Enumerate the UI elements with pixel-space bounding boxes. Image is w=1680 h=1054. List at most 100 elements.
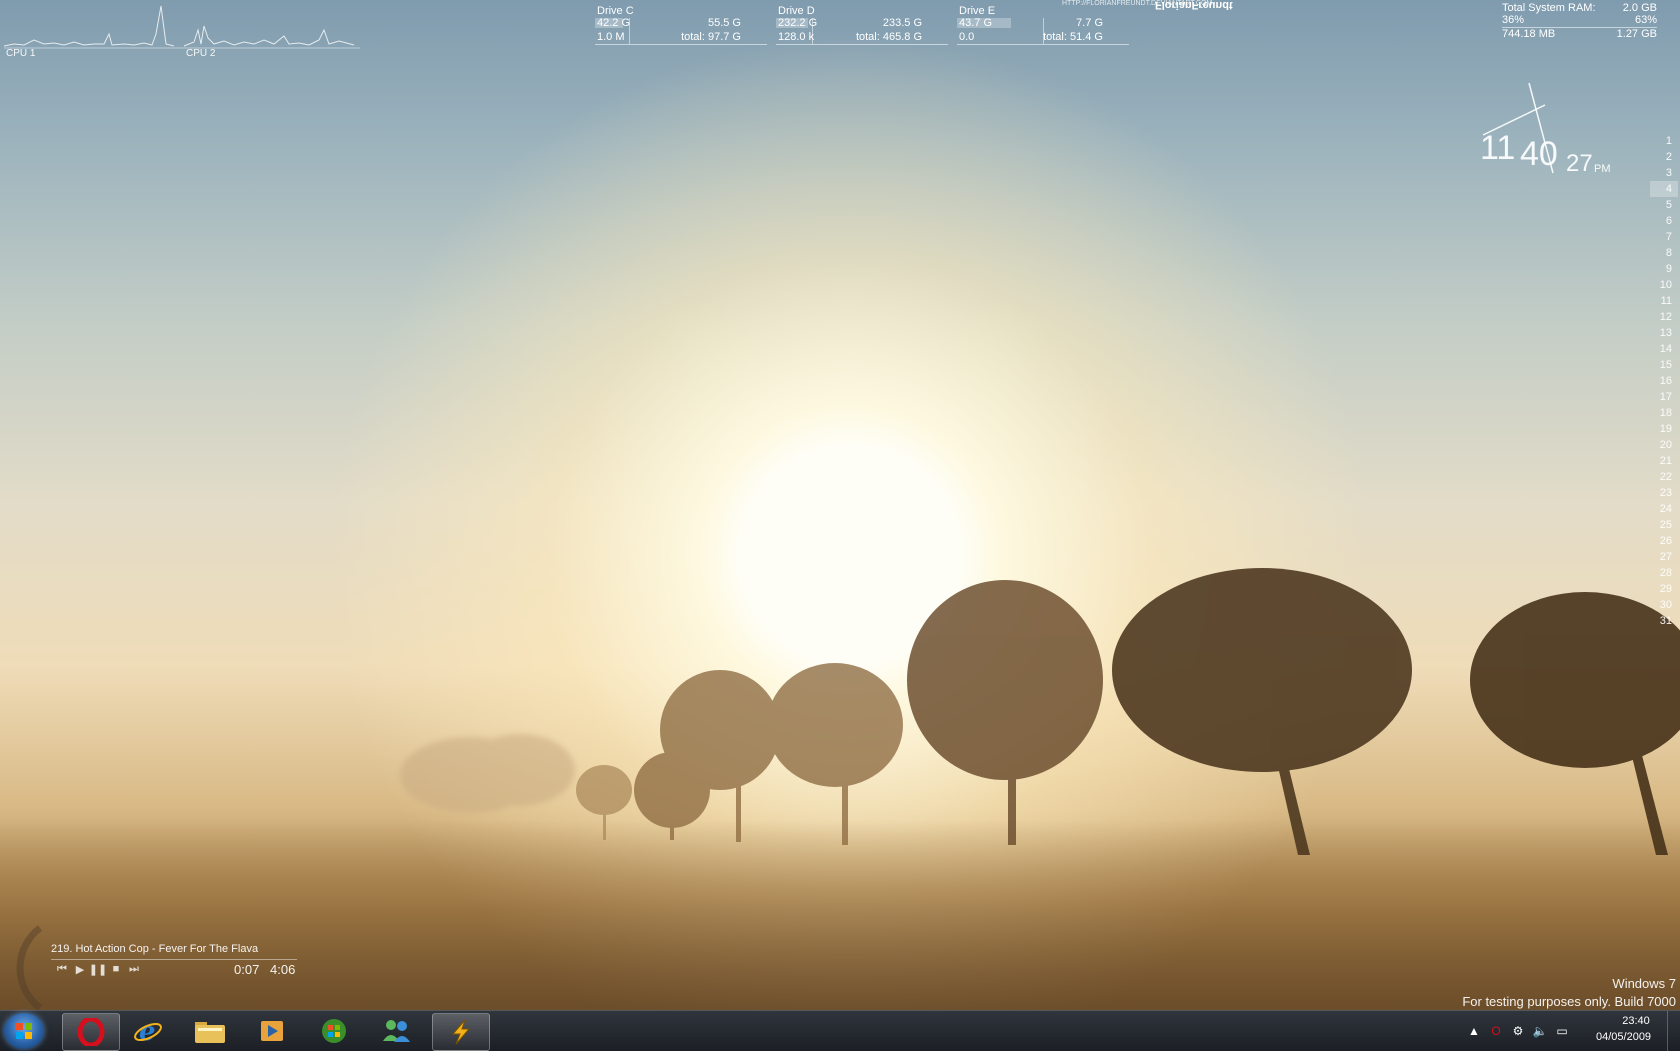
calendar-day: 1 [1665, 135, 1672, 147]
ram-free-percent: 63% [1634, 14, 1657, 26]
tray-network-icon[interactable]: ▭ [1554, 1023, 1570, 1039]
tray-expand-icon[interactable]: ▲ [1466, 1023, 1482, 1039]
drive-d-total: total: 465.8 G [855, 31, 922, 43]
drive-d-name: Drive D [778, 5, 815, 17]
drive-d-meter: Drive D 232.2 G 233.5 G 128.0 k total: 4… [776, 5, 948, 45]
desktop-wallpaper [0, 0, 1680, 1010]
clock-minutes: 40 [1520, 135, 1558, 173]
calendar-day: 22 [1659, 471, 1672, 483]
taskbar-time[interactable]: 23:40 [1610, 1015, 1662, 1027]
calendar-day: 28 [1659, 567, 1672, 579]
calendar-day: 20 [1659, 439, 1672, 451]
windows-update-icon [322, 1019, 346, 1043]
calendar-day: 6 [1665, 215, 1672, 227]
system-tray: ▲ O ⚙ 🔈 ▭ [1466, 1011, 1570, 1051]
calendar-day: 16 [1659, 375, 1672, 387]
wallpaper-trees [400, 568, 1680, 855]
drive-d-free: 233.5 G [882, 17, 922, 29]
calendar-day: 17 [1659, 391, 1672, 403]
drive-d-line [776, 44, 948, 45]
taskbar-windows-update[interactable] [306, 1013, 362, 1049]
taskbar-winamp[interactable] [432, 1013, 490, 1051]
drive-c-total: total: 97.7 G [681, 31, 741, 43]
drive-c-used: 42.2 G [597, 17, 631, 29]
ram-used: 744.18 MB [1502, 28, 1556, 40]
clock-ampm: PM [1594, 163, 1611, 175]
clock-seconds: 27 [1566, 150, 1593, 177]
drive-c-line [595, 44, 767, 45]
calendar-day: 18 [1659, 407, 1672, 419]
taskbar-media-player[interactable] [244, 1013, 300, 1049]
calendar-day: 3 [1665, 167, 1672, 179]
calendar-day: 24 [1659, 503, 1672, 515]
calendar-day: 23 [1659, 487, 1672, 499]
ram-total: 2.0 GB [1622, 2, 1657, 14]
messenger-icon [383, 1020, 410, 1042]
svg-text:e: e [139, 1017, 156, 1046]
winamp-icon [451, 1019, 471, 1045]
calendar-day: 25 [1659, 519, 1672, 531]
calendar-day: 15 [1659, 359, 1672, 371]
windows-watermark-title: Windows 7 [1612, 976, 1676, 991]
branding-name: FlorianFreundt [1155, 0, 1233, 11]
taskbar-explorer[interactable] [182, 1013, 238, 1049]
drive-c-free: 55.5 G [707, 17, 741, 29]
calendar-day: 26 [1659, 535, 1672, 547]
drive-d-io: 128.0 k [778, 31, 815, 43]
clock-hours: 11 [1480, 129, 1516, 167]
tray-volume-icon[interactable]: 🔈 [1532, 1023, 1548, 1039]
cpu-1-label: CPU 1 [6, 48, 36, 59]
drive-e-used: 43.7 G [959, 17, 993, 29]
taskbar-internet-explorer[interactable]: e [120, 1013, 176, 1049]
windows-watermark-build: For testing purposes only. Build 7000 [1462, 994, 1676, 1009]
tray-steam-icon[interactable]: ⚙ [1510, 1023, 1526, 1039]
calendar-day: 10 [1659, 279, 1672, 291]
calendar-day: 12 [1659, 311, 1672, 323]
calendar-day: 29 [1659, 583, 1672, 595]
media-controls: ⏮ ▶ ❚❚ ■ ⏭ [55, 962, 141, 976]
calendar-day: 7 [1665, 231, 1672, 243]
drive-c-meter: Drive C 42.2 G 55.5 G 1.0 M total: 97.7 … [595, 5, 767, 45]
taskbar-date[interactable]: 04/05/2009 [1596, 1031, 1651, 1043]
media-arc-decoration [16, 925, 43, 1011]
calendar-day: 8 [1665, 247, 1672, 259]
cpu-2-label: CPU 2 [186, 48, 216, 59]
drive-e-meter: Drive E 43.7 G 7.7 G 0.0 total: 51.4 G [957, 5, 1129, 45]
drive-e-name: Drive E [959, 5, 996, 17]
prev-icon[interactable]: ⏮ [55, 962, 69, 976]
ram-used-percent: 36% [1502, 14, 1525, 26]
calendar-day: 19 [1659, 423, 1672, 435]
calendar-day: 27 [1659, 551, 1672, 563]
drive-e-line [957, 44, 1129, 45]
taskbar: e ▲ O ⚙ 🔈 ▭ 23:40 04/05/2009 [0, 1010, 1680, 1051]
pause-icon[interactable]: ❚❚ [89, 962, 107, 976]
calendar-day: 11 [1660, 295, 1672, 307]
cpu-usage-graph [4, 5, 360, 49]
calendar-day: 13 [1659, 327, 1672, 339]
calendar-day: 31 [1659, 615, 1672, 627]
tray-opera-icon[interactable]: O [1488, 1023, 1504, 1039]
taskbar-messenger[interactable] [368, 1013, 424, 1049]
opera-icon [77, 1018, 105, 1046]
windows-logo-icon [16, 1023, 32, 1039]
calendar-day: 14 [1659, 343, 1672, 355]
drive-e-total: total: 51.4 G [1043, 31, 1103, 43]
stop-icon[interactable]: ■ [109, 962, 123, 976]
calendar-day: 30 [1659, 599, 1672, 611]
start-button[interactable] [4, 1013, 44, 1049]
calendar-day: 5 [1665, 199, 1672, 211]
drive-c-io: 1.0 M [597, 31, 625, 43]
ram-free: 1.27 GB [1616, 28, 1657, 40]
calendar-day: 21 [1659, 455, 1672, 467]
ram-meter: Total System RAM: 2.0 GB 36% 63% 744.18 … [1502, 2, 1657, 40]
media-track-title: 219. Hot Action Cop - Fever For The Flav… [51, 943, 259, 955]
media-current-time: 0:07 [234, 962, 260, 977]
explorer-folder-icon [195, 1022, 225, 1043]
next-icon[interactable]: ⏭ [127, 962, 141, 976]
drive-c-name: Drive C [597, 5, 634, 17]
show-desktop-button[interactable] [1667, 1011, 1680, 1051]
play-icon[interactable]: ▶ [73, 962, 87, 976]
internet-explorer-icon: e [134, 1017, 162, 1046]
media-progress-line[interactable] [51, 959, 297, 960]
taskbar-opera[interactable] [62, 1013, 120, 1051]
